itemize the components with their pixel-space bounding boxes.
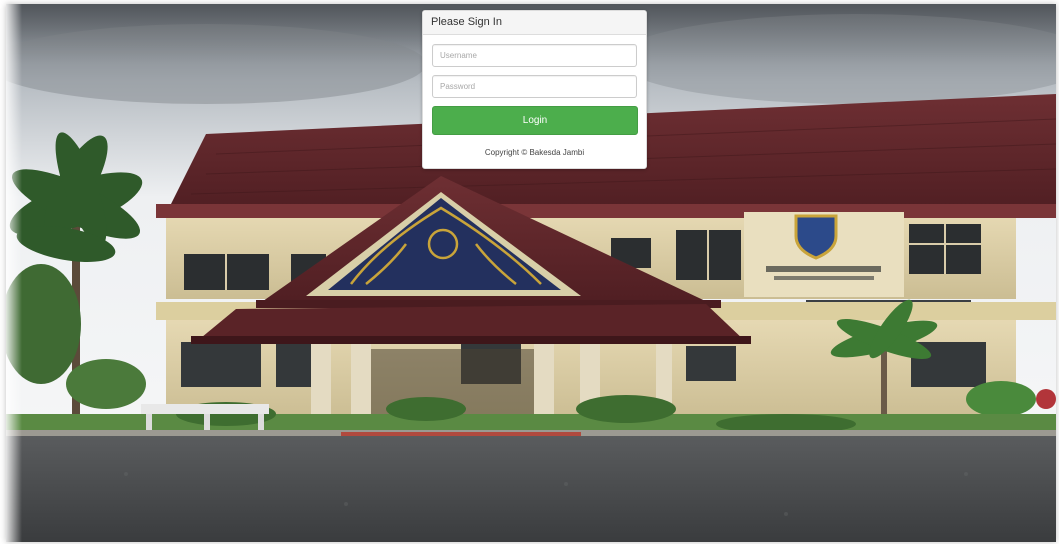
- login-panel: Please Sign In Login Copyright © Bakesda…: [422, 10, 647, 169]
- login-form: Login Copyright © Bakesda Jambi: [423, 35, 646, 157]
- login-button[interactable]: Login: [432, 106, 638, 135]
- password-input[interactable]: [432, 75, 637, 98]
- username-input[interactable]: [432, 44, 637, 67]
- panel-heading: Please Sign In: [423, 11, 646, 35]
- copyright-text: Copyright © Bakesda Jambi: [484, 148, 585, 157]
